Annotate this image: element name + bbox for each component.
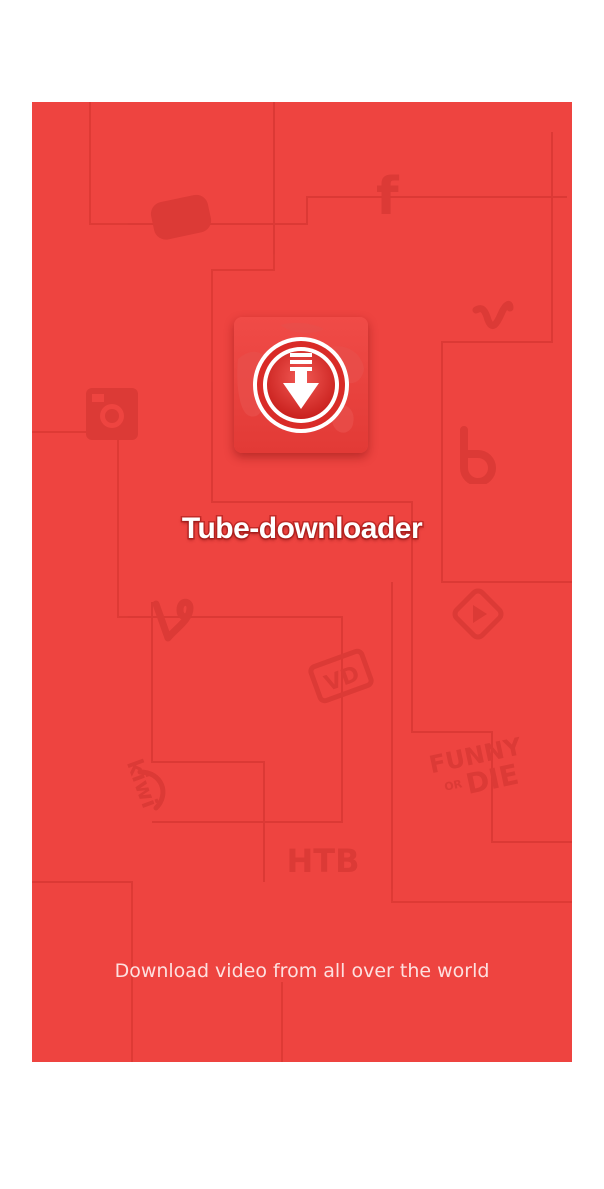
vk-icon [460, 426, 496, 484]
youtube-icon [150, 194, 212, 240]
app-title: Tube-downloader [180, 511, 424, 547]
app-logo [234, 317, 368, 453]
facebook-icon: f [376, 167, 400, 220]
svg-text:f: f [376, 167, 400, 220]
vimeo-icon [472, 301, 514, 330]
video-icon: VD [308, 648, 374, 704]
background-network-lines [32, 102, 572, 1062]
ntv-icon: HTB [288, 842, 358, 880]
svg-text:OR: OR [443, 777, 464, 794]
svg-text:kiwi: kiwi [121, 756, 162, 812]
instagram-icon [86, 388, 138, 440]
funny-or-die-icon: FUNNY OR DIE [428, 734, 524, 801]
play-icon [452, 588, 504, 640]
vine-icon [152, 598, 194, 642]
svg-text:HTB: HTB [288, 842, 358, 880]
kiwi-icon: kiwi [121, 756, 166, 812]
tagline: Download video from all over the world [114, 960, 490, 982]
download-arrow-globe-icon [237, 322, 364, 433]
splash-screen: f VD kiwi FUNNY OR DIE HTB Tube-download… [32, 102, 572, 1062]
